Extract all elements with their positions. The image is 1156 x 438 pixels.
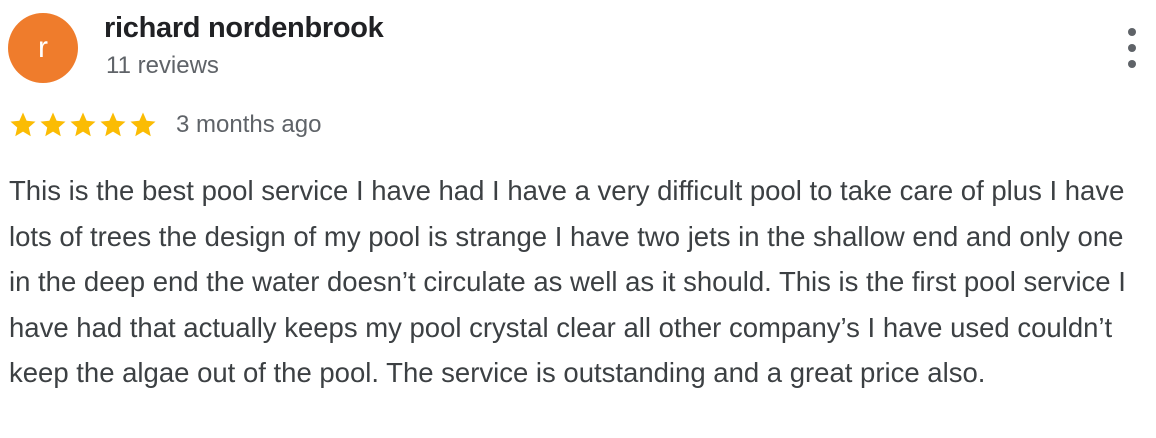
star-icon (130, 112, 156, 137)
avatar[interactable]: r (8, 13, 78, 83)
author-name[interactable]: richard nordenbrook (104, 12, 384, 45)
star-icon (10, 112, 36, 137)
menu-dot (1128, 60, 1136, 68)
star-icon (70, 112, 96, 137)
rating-row: 3 months ago (8, 108, 321, 142)
menu-dot (1128, 28, 1136, 36)
review-text: This is the best pool service I have had… (9, 175, 1126, 388)
star-icon (40, 112, 66, 137)
review-time: 3 months ago (176, 111, 322, 138)
review-count[interactable]: 11 reviews (106, 52, 219, 80)
menu-dot (1128, 44, 1136, 52)
star-rating (8, 110, 158, 140)
star-icon (100, 112, 126, 137)
avatar-letter: r (38, 31, 48, 64)
more-vert-icon[interactable] (1118, 28, 1146, 68)
review-card: r richard nordenbrook 11 reviews 3 month… (0, 0, 1156, 438)
